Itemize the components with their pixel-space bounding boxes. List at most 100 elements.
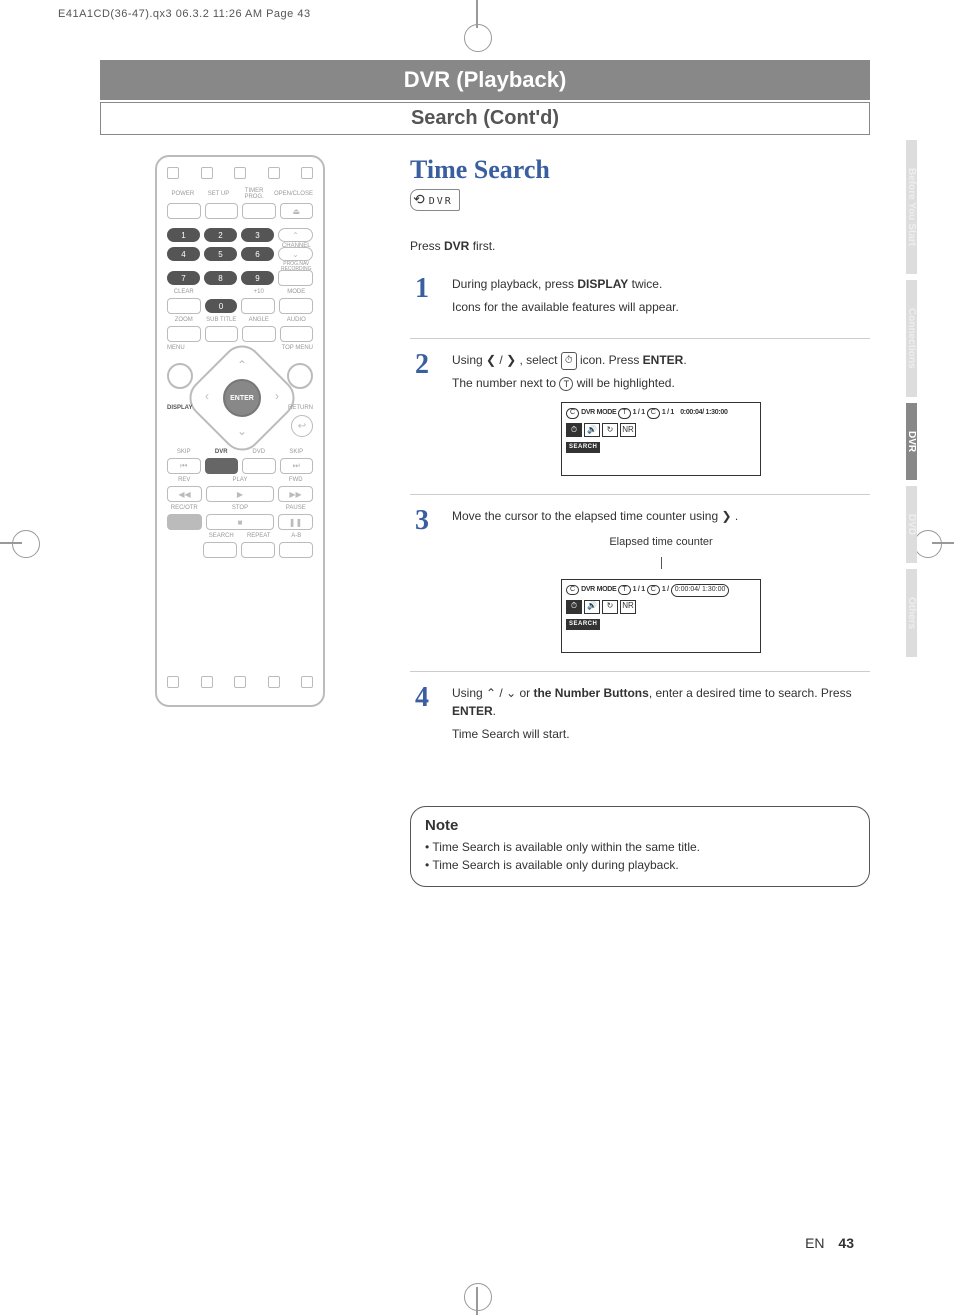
step-2: 2 Using ❮ / ❯ , select ⏱ icon. Press ENT… xyxy=(410,339,870,495)
remote-btn-5: 5 xyxy=(204,247,237,261)
remote-label-setup: SET UP xyxy=(203,191,235,197)
remote-btn-mode xyxy=(279,298,313,314)
osd-caption: Elapsed time counter xyxy=(452,534,870,551)
page-title-bar: DVR (Playback) xyxy=(100,60,870,100)
remote-label-return: RETURN xyxy=(288,405,313,411)
crop-mark-left xyxy=(0,530,32,556)
page-footer: EN 43 xyxy=(805,1235,854,1251)
remote-label-timer: TIMER PROG. xyxy=(238,188,270,200)
remote-btn-menu xyxy=(167,363,193,389)
remote-label-stop: STOP xyxy=(206,505,275,511)
remote-btn-8: 8 xyxy=(204,271,237,285)
remote-btn-dvr xyxy=(205,458,239,474)
remote-btn-enter: ENTER xyxy=(223,379,261,417)
remote-label-rec: REC/OTR xyxy=(167,505,202,511)
osd-display-1: C DVR MODE T 1 / 1 C 1 / 1 0:00:04/ 1:30… xyxy=(561,402,761,476)
remote-btn-power xyxy=(167,203,201,219)
remote-label-audio: AUDIO xyxy=(280,317,314,323)
remote-label-fwd: FWD xyxy=(279,477,314,483)
remote-btn-4: 4 xyxy=(167,247,200,261)
remote-btn-play: ▶ xyxy=(206,486,274,502)
remote-label-pause: PAUSE xyxy=(279,505,314,511)
dvr-logo-icon: DVR xyxy=(410,189,460,211)
tab-before-you-start: Before You Start xyxy=(906,140,917,274)
remote-btn-0: 0 xyxy=(205,299,237,313)
osd-search-label: SEARCH xyxy=(566,619,600,630)
osd-search-label: SEARCH xyxy=(566,442,600,453)
crop-header: E41A1CD(36-47).qx3 06.3.2 11:26 AM Page … xyxy=(58,8,311,20)
remote-illustration: POWER SET UP TIMER PROG. OPEN/CLOSE ⏏ 1 … xyxy=(100,155,380,887)
remote-btn-plus10 xyxy=(241,298,275,314)
step-4: 4 Using ⌃ / ⌄ or the Number Buttons, ent… xyxy=(410,672,870,766)
remote-btn-clear xyxy=(167,298,201,314)
remote-btn-pause: ❚❚ xyxy=(278,514,313,530)
remote-btn-2: 2 xyxy=(204,228,237,242)
remote-btn-audio xyxy=(280,326,314,342)
remote-label-open: OPEN/CLOSE xyxy=(274,191,313,197)
remote-btn-zoom xyxy=(167,326,201,342)
crop-mark-bottom xyxy=(464,1277,490,1315)
clock-icon: ⏱ xyxy=(561,352,577,370)
remote-btn-3: 3 xyxy=(241,228,274,242)
remote-btn-topmenu xyxy=(287,363,313,389)
side-tabs: Before You Start Connections DVR DVD Oth… xyxy=(906,140,936,663)
remote-label-plus10: +10 xyxy=(242,289,276,295)
remote-btn-ch-up: ⌃ xyxy=(278,228,313,242)
osd-repeat-icon: ↻ xyxy=(602,423,618,437)
intro-text: Press DVR first. xyxy=(410,239,870,253)
note-box: Note Time Search is available only withi… xyxy=(410,806,870,887)
osd-display-2: C DVR MODE T 1 / 1 C 1 / 0:00:04/ 1:30:0… xyxy=(561,579,761,653)
remote-btn-timer xyxy=(242,203,276,219)
remote-btn-repeat xyxy=(241,542,275,558)
remote-btn-6: 6 xyxy=(241,247,274,261)
remote-btn-stop: ■ xyxy=(206,514,274,530)
footer-lang: EN xyxy=(805,1235,824,1251)
note-title: Note xyxy=(425,817,855,834)
remote-btn-prognav xyxy=(278,270,313,286)
osd-audio-icon: 🔊 xyxy=(584,600,600,614)
remote-label-skip-r: SKIP xyxy=(280,449,314,455)
remote-btn-subtitle xyxy=(205,326,239,342)
remote-btn-angle xyxy=(242,326,276,342)
tab-others: Others xyxy=(906,569,917,657)
tab-connections: Connections xyxy=(906,280,917,397)
step-number: 4 xyxy=(410,684,434,748)
tab-dvr: DVR xyxy=(906,403,917,480)
note-item: Time Search is available only during pla… xyxy=(425,856,855,874)
step-number: 3 xyxy=(410,507,434,653)
remote-label-ab: A-B xyxy=(280,533,314,539)
remote-dpad: ⌃ ⌄ ‹ › ENTER xyxy=(199,355,285,441)
osd-nr-icon: NR xyxy=(620,423,636,437)
osd-clock-icon: ⏱ xyxy=(566,600,582,614)
tab-dvd: DVD xyxy=(906,486,917,563)
remote-btn-7: 7 xyxy=(167,271,200,285)
osd-audio-icon: 🔊 xyxy=(584,423,600,437)
footer-page-number: 43 xyxy=(838,1235,854,1251)
remote-label-play: PLAY xyxy=(206,477,275,483)
crop-mark-top xyxy=(464,0,490,38)
step-number: 1 xyxy=(410,275,434,320)
remote-btn-return: ↩ xyxy=(291,415,313,437)
step-number: 2 xyxy=(410,351,434,476)
section-title: Time Search xyxy=(410,155,870,185)
remote-label-angle: ANGLE xyxy=(242,317,276,323)
step-3: 3 Move the cursor to the elapsed time co… xyxy=(410,495,870,672)
remote-btn-rec xyxy=(167,514,202,530)
remote-btn-1: 1 xyxy=(167,228,200,242)
remote-btn-ab xyxy=(279,542,313,558)
osd-repeat-icon: ↻ xyxy=(602,600,618,614)
remote-label-skip-l: SKIP xyxy=(167,449,201,455)
remote-btn-9: 9 xyxy=(241,271,274,285)
osd-clock-icon: ⏱ xyxy=(566,423,582,437)
remote-btn-fwd: ▶▶ xyxy=(278,486,313,502)
note-item: Time Search is available only within the… xyxy=(425,838,855,856)
remote-label-dvr: DVR xyxy=(205,449,239,455)
remote-label-mode: MODE xyxy=(280,289,314,295)
remote-label-power: POWER xyxy=(167,191,199,197)
step-1: 1 During playback, press DISPLAY twice. … xyxy=(410,263,870,339)
osd-time-highlight: 0:00:04/ 1:30:00 xyxy=(671,584,730,597)
remote-btn-ch-down: ⌄ xyxy=(278,247,313,261)
remote-label-display: DISPLAY xyxy=(167,405,192,411)
remote-label-rev: REV xyxy=(167,477,202,483)
osd-nr-icon: NR xyxy=(620,600,636,614)
